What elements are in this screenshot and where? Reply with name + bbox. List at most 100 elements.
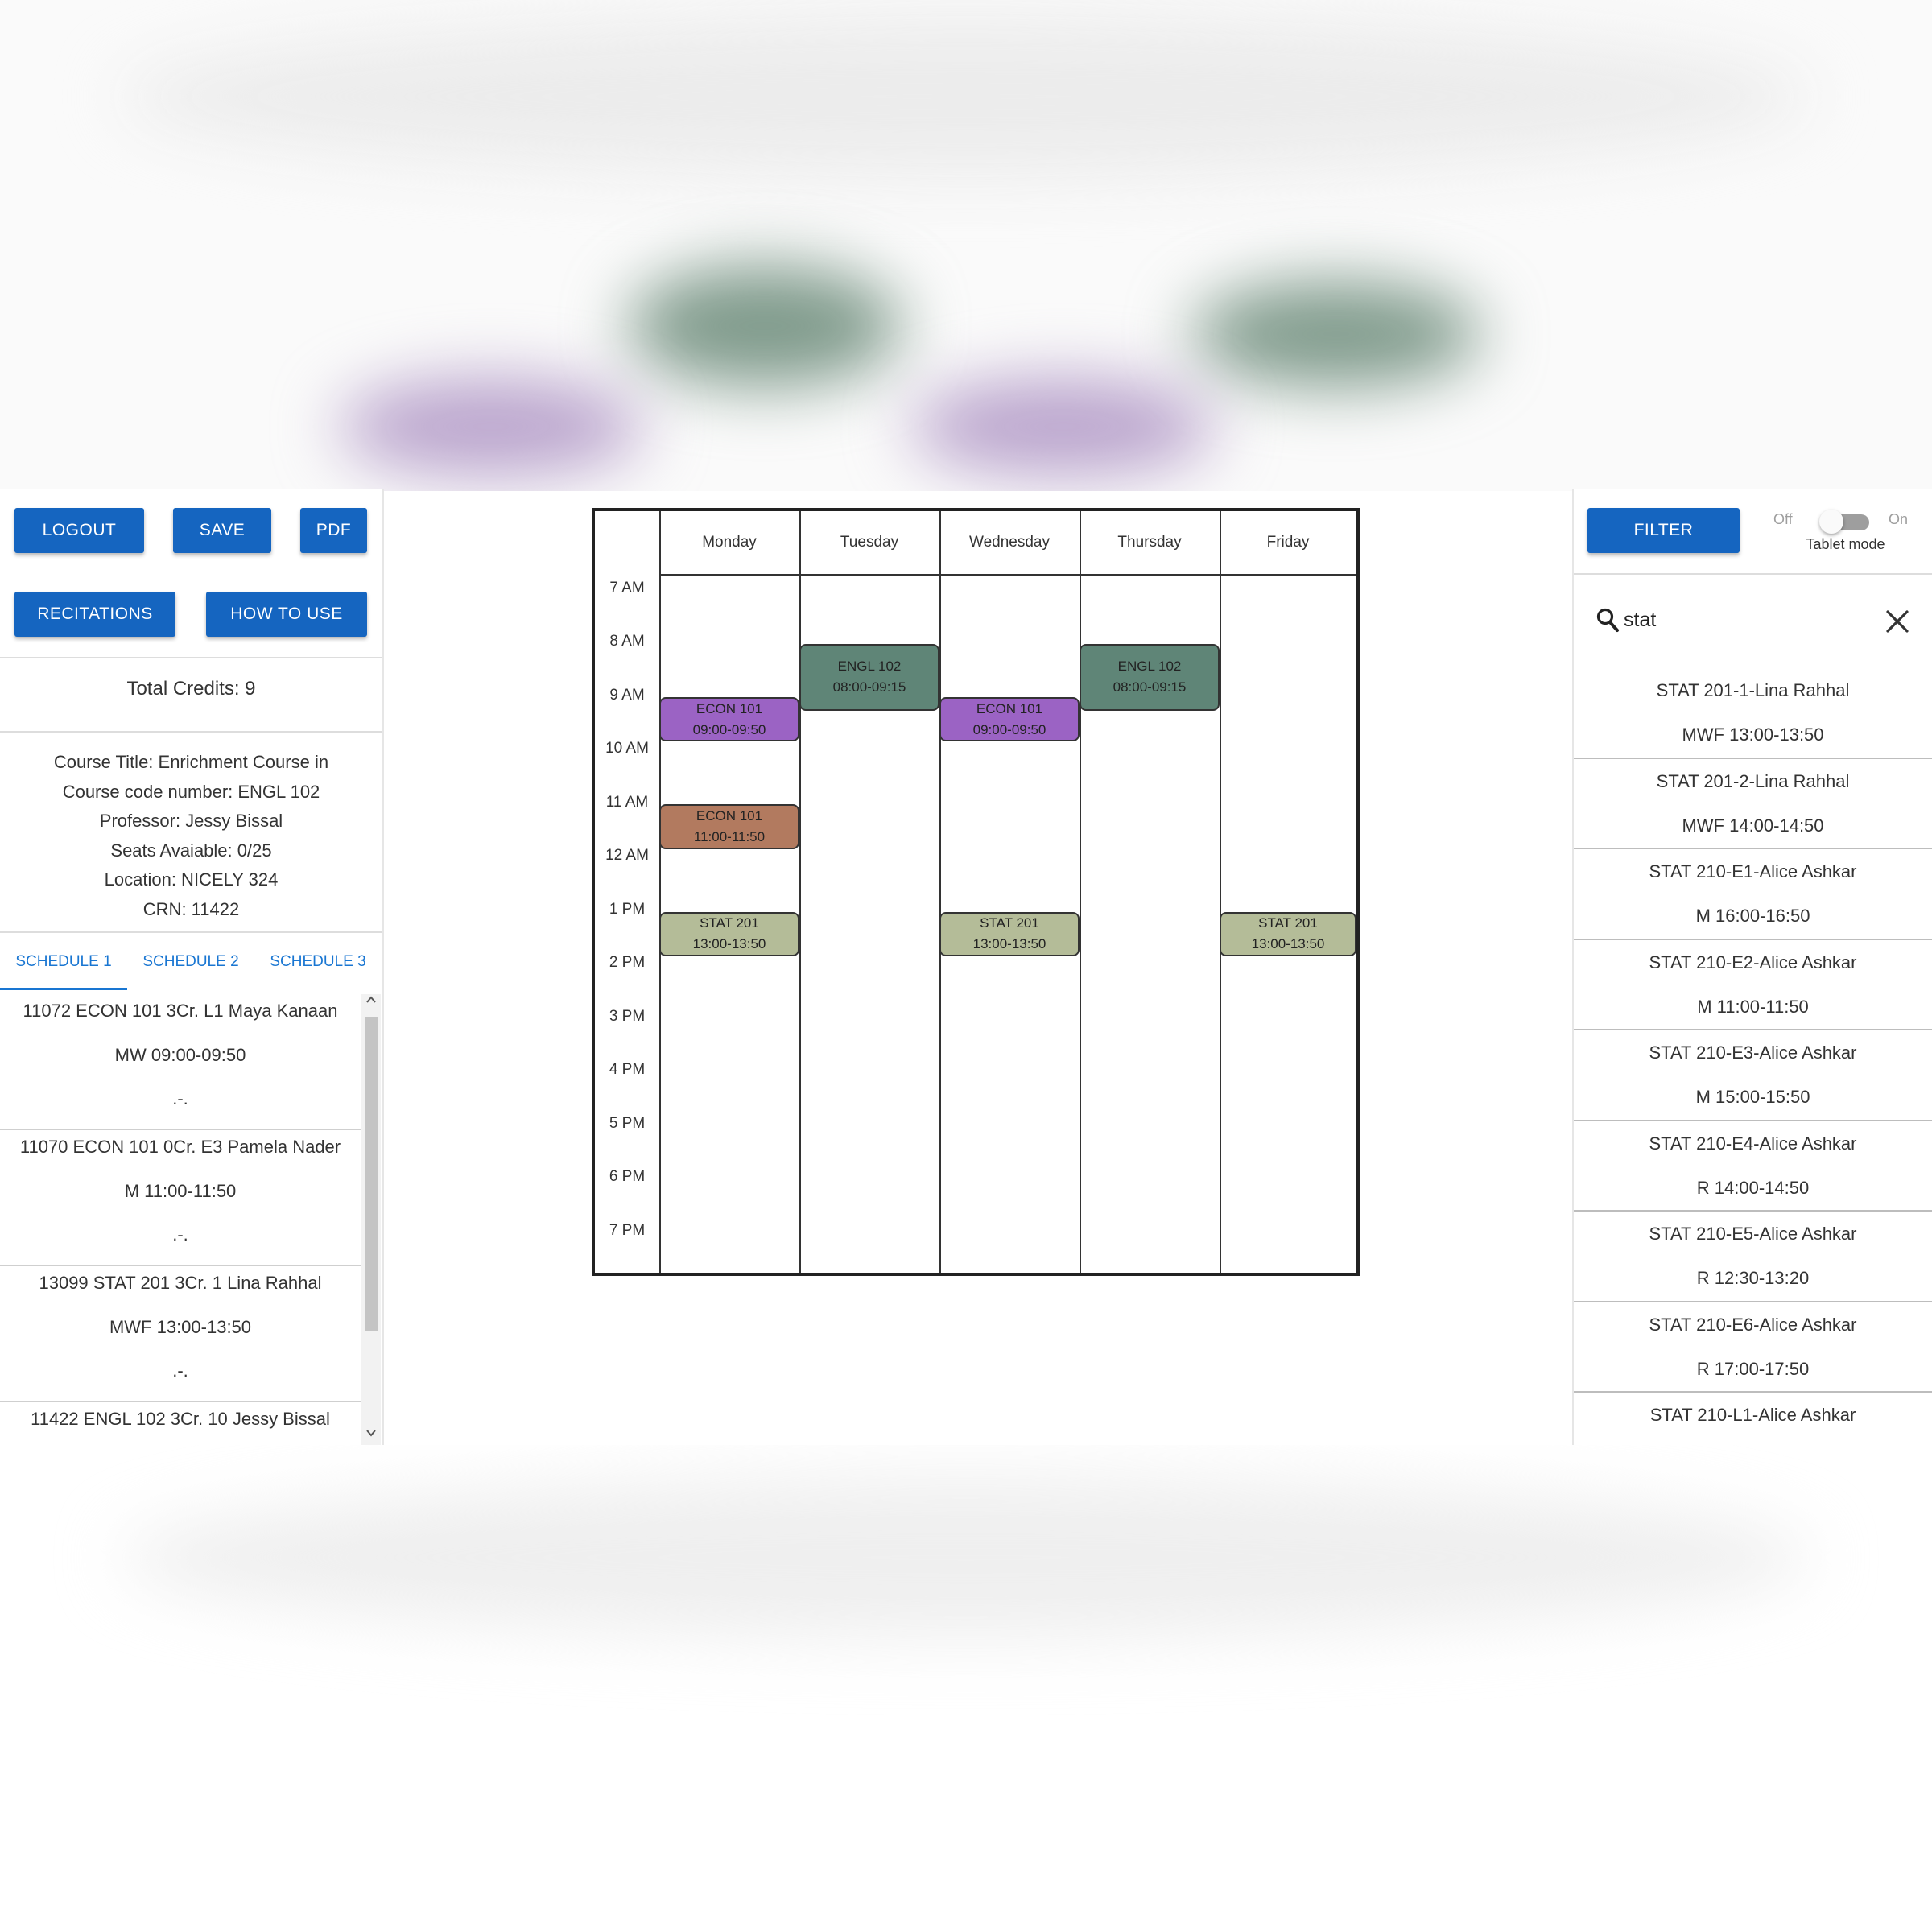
tab-indicator bbox=[0, 988, 127, 990]
day-divider bbox=[939, 511, 941, 1273]
event-course: STAT 201 bbox=[700, 915, 759, 931]
calendar-event[interactable]: ECON 101 11:00-11:50 bbox=[659, 804, 799, 849]
blurred-background-top bbox=[0, 0, 1932, 491]
time-label: 10 AM bbox=[605, 740, 649, 757]
day-friday: Friday bbox=[1266, 534, 1310, 551]
schedule-scrollbar[interactable] bbox=[361, 994, 381, 1445]
chevron-down-icon[interactable] bbox=[361, 1427, 381, 1443]
weekly-calendar: Monday Tuesday Wednesday Thursday Friday… bbox=[592, 508, 1360, 1276]
tablet-mode-on-label: On bbox=[1889, 511, 1909, 527]
event-time: 13:00-13:50 bbox=[1251, 936, 1325, 952]
calendar-event[interactable]: ECON 101 09:00-09:50 bbox=[939, 697, 1080, 742]
search-result[interactable]: STAT 210-E2-Alice Ashkar M 11:00-11:50 bbox=[1574, 940, 1932, 1030]
schedule-item[interactable]: 11072 ECON 101 3Cr. L1 Maya Kanaan MW 09… bbox=[0, 994, 361, 1130]
calendar-event[interactable]: ECON 101 09:00-09:50 bbox=[659, 697, 799, 742]
day-monday: Monday bbox=[702, 534, 757, 551]
divider bbox=[0, 731, 382, 733]
event-time: 13:00-13:50 bbox=[972, 936, 1046, 952]
search-result[interactable]: STAT 210-E3-Alice Ashkar M 15:00-15:50 bbox=[1574, 1030, 1932, 1121]
divider bbox=[0, 931, 382, 933]
schedule-item-extra: .-. bbox=[172, 1088, 188, 1108]
time-label: 2 PM bbox=[609, 954, 646, 971]
schedule-item-extra: .-. bbox=[172, 1360, 188, 1381]
schedule-item[interactable]: 11422 ENGL 102 3Cr. 10 Jessy Bissal bbox=[0, 1402, 361, 1445]
time-column-divider bbox=[659, 511, 661, 1273]
time-label: 11 AM bbox=[605, 794, 649, 811]
schedule-item[interactable]: 13099 STAT 201 3Cr. 1 Lina Rahhal MWF 13… bbox=[0, 1266, 361, 1402]
time-label: 7 PM bbox=[609, 1222, 646, 1239]
search-result[interactable]: STAT 210-L1-Alice Ashkar bbox=[1574, 1393, 1932, 1445]
tab-schedule-2[interactable]: SCHEDULE 2 bbox=[127, 939, 254, 985]
time-label: 4 PM bbox=[609, 1061, 646, 1078]
event-course: ENGL 102 bbox=[1117, 658, 1182, 675]
day-divider bbox=[799, 511, 801, 1273]
course-professor: Professor: Jessy Bissal bbox=[99, 811, 283, 831]
result-title: STAT 210-E5-Alice Ashkar bbox=[1649, 1224, 1857, 1244]
day-divider bbox=[1080, 511, 1081, 1273]
search-result[interactable]: STAT 201-2-Lina Rahhal MWF 14:00-14:50 bbox=[1574, 759, 1932, 849]
event-course: ECON 101 bbox=[696, 700, 763, 716]
course-title: Course Title: Enrichment Course in bbox=[53, 752, 329, 772]
schedule-item-title: 13099 STAT 201 3Cr. 1 Lina Rahhal bbox=[39, 1273, 322, 1293]
search-result[interactable]: STAT 210-E1-Alice Ashkar M 16:00-16:50 bbox=[1574, 849, 1932, 940]
recitations-button[interactable]: RECITATIONS bbox=[14, 592, 175, 637]
result-time: M 11:00-11:50 bbox=[1697, 996, 1809, 1017]
result-title: STAT 201-1-Lina Rahhal bbox=[1656, 680, 1850, 700]
header-divider bbox=[659, 574, 1356, 576]
result-time: MWF 14:00-14:50 bbox=[1682, 815, 1824, 836]
calendar-event[interactable]: STAT 201 13:00-13:50 bbox=[1220, 911, 1356, 956]
logout-button[interactable]: LOGOUT bbox=[14, 508, 144, 553]
calendar-event[interactable]: STAT 201 13:00-13:50 bbox=[659, 911, 799, 956]
course-location: Location: NICELY 324 bbox=[104, 869, 279, 890]
tablet-mode-label: Tablet mode bbox=[1806, 536, 1885, 552]
calendar-event[interactable]: ENGL 102 08:00-09:15 bbox=[1080, 643, 1220, 711]
result-title: STAT 210-E3-Alice Ashkar bbox=[1649, 1042, 1857, 1063]
divider bbox=[0, 657, 382, 658]
calendar-event[interactable]: STAT 201 13:00-13:50 bbox=[939, 911, 1080, 956]
result-title: STAT 210-E6-Alice Ashkar bbox=[1649, 1314, 1857, 1335]
tab-schedule-1[interactable]: SCHEDULE 1 bbox=[0, 939, 127, 985]
time-label: 8 AM bbox=[609, 633, 645, 650]
how-to-use-button[interactable]: HOW TO USE bbox=[206, 592, 367, 637]
result-time: R 14:00-14:50 bbox=[1696, 1177, 1810, 1198]
event-course: ECON 101 bbox=[976, 700, 1043, 716]
schedule-item-time: MW 09:00-09:50 bbox=[114, 1045, 246, 1065]
event-course: ECON 101 bbox=[696, 808, 763, 824]
result-title: STAT 210-E2-Alice Ashkar bbox=[1649, 952, 1857, 972]
course-seats: Seats Avaiable: 0/25 bbox=[110, 840, 272, 861]
schedule-item[interactable]: 11070 ECON 101 0Cr. E3 Pamela Nader M 11… bbox=[0, 1130, 361, 1266]
schedule-item-extra: .-. bbox=[172, 1224, 188, 1245]
close-icon[interactable] bbox=[1885, 609, 1910, 638]
course-crn: CRN: 11422 bbox=[142, 898, 240, 919]
save-button[interactable]: SAVE bbox=[173, 508, 271, 553]
event-time: 11:00-11:50 bbox=[693, 829, 766, 845]
scrollbar-thumb[interactable] bbox=[365, 1017, 378, 1331]
tab-schedule-3[interactable]: SCHEDULE 3 bbox=[254, 939, 382, 985]
event-course: ENGL 102 bbox=[837, 658, 902, 675]
search-result[interactable]: STAT 210-E6-Alice Ashkar R 17:00-17:50 bbox=[1574, 1302, 1932, 1393]
search-input[interactable] bbox=[1624, 602, 1865, 638]
pdf-button[interactable]: PDF bbox=[300, 508, 367, 553]
schedule-item-time: M 11:00-11:50 bbox=[124, 1181, 237, 1201]
time-label: 5 PM bbox=[609, 1115, 646, 1132]
time-label: 9 AM bbox=[609, 687, 645, 704]
time-label: 12 AM bbox=[605, 847, 649, 864]
search-result[interactable]: STAT 210-E5-Alice Ashkar R 12:30-13:20 bbox=[1574, 1212, 1932, 1302]
tablet-mode-toggle-thumb[interactable] bbox=[1819, 510, 1843, 534]
tablet-mode-off-label: Off bbox=[1773, 511, 1793, 527]
result-title: STAT 201-2-Lina Rahhal bbox=[1656, 770, 1850, 791]
result-time: MWF 13:00-13:50 bbox=[1682, 724, 1824, 745]
result-title: STAT 210-E4-Alice Ashkar bbox=[1649, 1133, 1857, 1154]
event-time: 08:00-09:15 bbox=[832, 679, 906, 696]
search-result[interactable]: STAT 201-1-Lina Rahhal MWF 13:00-13:50 bbox=[1574, 668, 1932, 759]
result-time: R 17:00-17:50 bbox=[1696, 1358, 1810, 1379]
search-result[interactable]: STAT 210-E4-Alice Ashkar R 14:00-14:50 bbox=[1574, 1121, 1932, 1212]
filter-button[interactable]: FILTER bbox=[1587, 508, 1740, 553]
day-tuesday: Tuesday bbox=[840, 534, 899, 551]
calendar-event[interactable]: ENGL 102 08:00-09:15 bbox=[799, 643, 939, 711]
schedule-item-title: 11422 ENGL 102 3Cr. 10 Jessy Bissal bbox=[31, 1409, 330, 1429]
schedule-list[interactable]: 11072 ECON 101 3Cr. L1 Maya Kanaan MW 09… bbox=[0, 994, 361, 1445]
time-label: 6 PM bbox=[609, 1168, 646, 1185]
search-results: STAT 201-1-Lina Rahhal MWF 13:00-13:50 S… bbox=[1574, 668, 1932, 1445]
chevron-up-icon[interactable] bbox=[361, 994, 381, 1010]
